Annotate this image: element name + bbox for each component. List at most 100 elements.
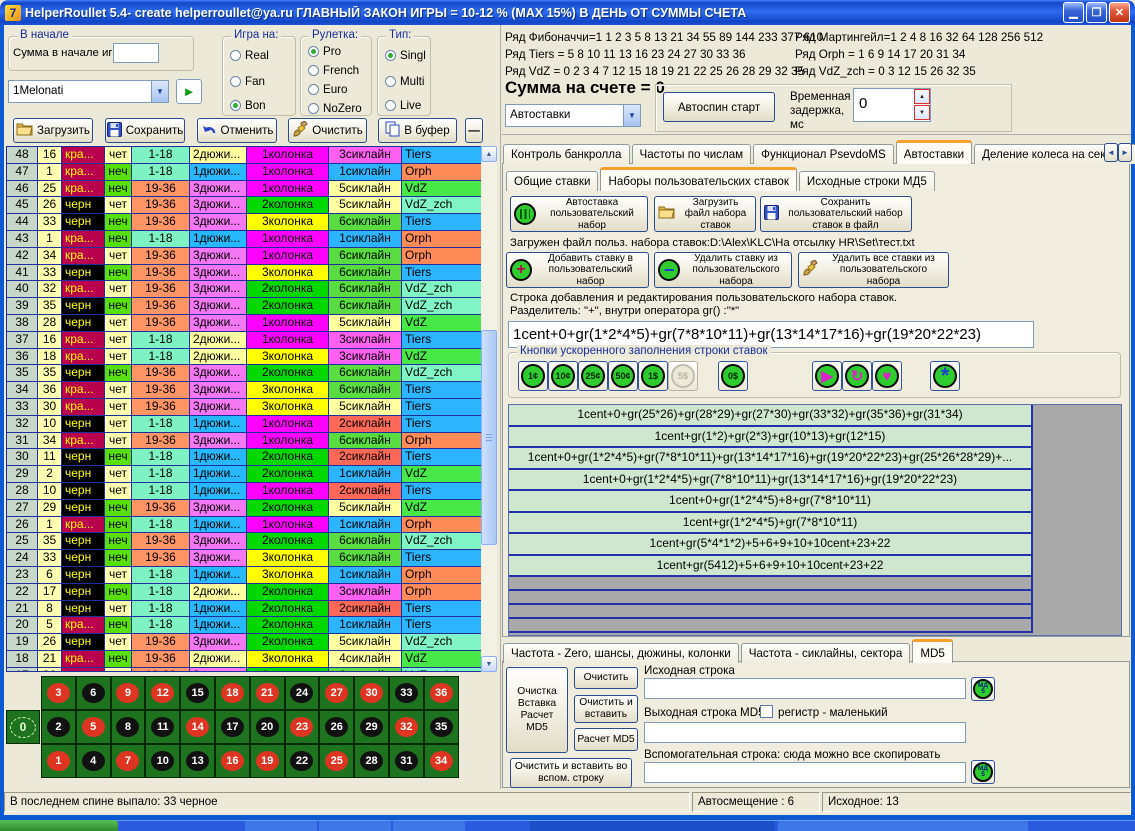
table-row[interactable]: 2433черннеч19-363дюжи...3колонка6сиклайн… xyxy=(7,550,482,567)
table-row[interactable]: 218чернчет1-181дюжи...2колонка2сиклайнTi… xyxy=(7,601,482,618)
copy-button[interactable]: В буфер xyxy=(378,118,457,143)
clear-bets-button[interactable]: Удалить все ставки из пользовательского … xyxy=(798,252,949,288)
radio-singl[interactable]: Singl xyxy=(385,49,426,62)
start-sum-input[interactable] xyxy=(113,43,159,63)
roulette-cell-23[interactable]: 23 xyxy=(285,710,320,744)
roulette-cell-5[interactable]: 5 xyxy=(76,710,111,744)
delay-spinbox[interactable]: 0 ▲ ▼ xyxy=(853,88,931,122)
bet-list-item[interactable]: 1cent+gr(5412)+5+6+9+10+10cent+23+22 xyxy=(509,556,1033,578)
spin-down-icon[interactable]: ▼ xyxy=(914,105,930,120)
roulette-cell-12[interactable]: 12 xyxy=(145,676,180,710)
run-set-button[interactable]: ▶ xyxy=(812,361,842,391)
chevron-down-icon[interactable]: ▼ xyxy=(151,81,168,102)
md5-calc-icon-button[interactable]: МД5 xyxy=(971,677,995,701)
bet-list-item[interactable]: 1cent+gr(1*2)+gr(2*3)+gr(10*13)+gr(12*15… xyxy=(509,427,1033,449)
md5-calc-button[interactable]: Расчет MD5 xyxy=(574,728,638,751)
taskbar-button[interactable] xyxy=(393,821,465,831)
table-row[interactable]: 471кра...неч1-181дюжи...1колонка1сиклайн… xyxy=(7,164,482,181)
roulette-cell-zero[interactable]: 0 xyxy=(6,710,40,744)
radio-pro[interactable]: Pro xyxy=(308,45,341,58)
tab-bottom-0[interactable]: Частота - Zero, шансы, дюжины, колонки xyxy=(503,643,739,663)
tab-sub-0[interactable]: Общие ставки xyxy=(506,171,598,191)
tab-bottom-1[interactable]: Частота - сиклайны, сектора xyxy=(741,643,911,663)
save-button[interactable]: Сохранить xyxy=(105,118,185,143)
table-row[interactable]: 2810чернчет1-181дюжи...1колонка2сиклайнT… xyxy=(7,483,482,500)
md5-aux-input[interactable] xyxy=(644,762,966,783)
coin-button-25[interactable]: 25¢ xyxy=(578,361,608,391)
table-row[interactable]: 4234кра...чет19-363дюжи...1колонка6сикла… xyxy=(7,248,482,265)
md5-clear-paste-aux-button[interactable]: Очистить и вставить во вспом. строку xyxy=(510,758,632,788)
roulette-cell-28[interactable]: 28 xyxy=(354,744,389,778)
load-set-button[interactable]: Загрузить файл набора ставок xyxy=(654,196,756,232)
taskbar-button[interactable] xyxy=(319,821,391,831)
table-row[interactable]: 261кра...неч1-181дюжи...1колонка1сиклайн… xyxy=(7,517,482,534)
roulette-cell-21[interactable]: 21 xyxy=(250,676,285,710)
roulette-cell-1[interactable]: 1 xyxy=(41,744,76,778)
coin-button-1[interactable]: 1$ xyxy=(638,361,668,391)
coin-button-1[interactable]: 1¢ xyxy=(518,361,548,391)
tab-sub-1[interactable]: Наборы пользовательских ставок xyxy=(600,167,796,191)
add-bet-button[interactable]: +Добавить ставку в пользовательский набо… xyxy=(506,252,649,288)
md5-clear-button[interactable]: Очистить xyxy=(574,667,638,689)
roulette-cell-7[interactable]: 7 xyxy=(111,744,146,778)
coin-button-0[interactable]: 0$ xyxy=(718,361,748,391)
table-row[interactable]: 3935черннеч19-363дюжи...2колонка6сиклайн… xyxy=(7,298,482,315)
table-row[interactable]: 3535черннеч19-363дюжи...2колонка6сиклайн… xyxy=(7,365,482,382)
coin-button-10[interactable]: 10¢ xyxy=(548,361,578,391)
roulette-cell-22[interactable]: 22 xyxy=(285,744,320,778)
table-row[interactable]: 1926чернчет19-363дюжи...2колонка5сиклайн… xyxy=(7,634,482,651)
roulette-cell-9[interactable]: 9 xyxy=(111,676,146,710)
bet-list-item[interactable]: 1cent+gr(5*4*1*2)+5+6+9+10+10cent+23+22 xyxy=(509,534,1033,556)
table-scrollbar[interactable]: ▲ ▼ xyxy=(481,146,497,672)
md5-clear-and-paste-button[interactable]: Очистить и вставить xyxy=(574,695,638,723)
md5-output-input[interactable] xyxy=(644,722,966,743)
table-row[interactable]: 4433черннеч19-363дюжи...3колонка6сиклайн… xyxy=(7,214,482,231)
roulette-cell-34[interactable]: 34 xyxy=(424,744,459,778)
bet-list-item[interactable]: 1cent+gr(1*2*4*5)+gr(7*8*10*11) xyxy=(509,513,1033,535)
table-row[interactable]: 292чернчет1-181дюжи...2колонка1сиклайнVd… xyxy=(7,466,482,483)
roulette-cell-2[interactable]: 2 xyxy=(41,710,76,744)
roulette-cell-32[interactable]: 32 xyxy=(389,710,424,744)
table-row[interactable]: 3210чернчет1-181дюжи...1колонка2сиклайнT… xyxy=(7,416,482,433)
collapse-button[interactable]: — xyxy=(465,118,483,143)
roulette-cell-19[interactable]: 19 xyxy=(250,744,285,778)
roulette-cell-8[interactable]: 8 xyxy=(111,710,146,744)
titlebar[interactable]: 7 HelperRoullet 5.4- create helperroulle… xyxy=(0,0,1135,25)
roulette-cell-3[interactable]: 3 xyxy=(41,676,76,710)
roulette-cell-14[interactable]: 14 xyxy=(180,710,215,744)
favorite-set-button[interactable]: ♥ xyxy=(872,361,902,391)
radio-french[interactable]: French xyxy=(308,64,359,77)
remove-bet-button[interactable]: −Удалить ставку из пользовательского наб… xyxy=(654,252,792,288)
autospin-start-button[interactable]: Автоспин старт xyxy=(663,92,775,122)
roulette-cell-27[interactable]: 27 xyxy=(319,676,354,710)
taskbar-button[interactable] xyxy=(778,821,1028,831)
roulette-cell-17[interactable]: 17 xyxy=(215,710,250,744)
roulette-cell-6[interactable]: 6 xyxy=(76,676,111,710)
table-row[interactable]: 3618кра...чет1-182дюжи...3колонка3сиклай… xyxy=(7,349,482,366)
close-button[interactable]: ✕ xyxy=(1109,2,1130,23)
bet-string-input[interactable]: 1cent+0+gr(1*2*4*5)+gr(7*8*10*11)+gr(13*… xyxy=(508,321,1034,348)
run-preset-button[interactable]: ► xyxy=(176,79,202,104)
random-set-button[interactable]: * xyxy=(930,361,960,391)
coin-button-50[interactable]: 50¢ xyxy=(608,361,638,391)
tab-scroll-left-icon[interactable]: ◄ xyxy=(1104,143,1118,162)
table-row[interactable]: 4625кра...неч19-363дюжи...1колонка5сикла… xyxy=(7,181,482,198)
bet-list-item[interactable]: 1cent+0+gr(25*26)+gr(28*29)+gr(27*30)+gr… xyxy=(509,405,1033,427)
minimize-button[interactable]: ▁ xyxy=(1063,2,1084,23)
table-row[interactable]: 3330кра...чет19-363дюжи...3колонка5сикла… xyxy=(7,399,482,416)
table-row[interactable]: 3716кра...чет1-182дюжи...1колонка3сиклай… xyxy=(7,332,482,349)
radio-euro[interactable]: Euro xyxy=(308,83,348,96)
start-button[interactable] xyxy=(0,820,118,831)
tab-main-2[interactable]: Функционал PsevdoMS xyxy=(753,144,894,164)
tab-scroll-right-icon[interactable]: ► xyxy=(1118,143,1132,162)
table-row[interactable]: 3011черннеч1-181дюжи...2колонка2сиклайнT… xyxy=(7,449,482,466)
radio-live[interactable]: Live xyxy=(385,99,421,112)
tab-main-0[interactable]: Контроль банкролла xyxy=(503,144,630,164)
table-row[interactable]: 4133черннеч19-363дюжи...3колонка6сиклайн… xyxy=(7,265,482,282)
roulette-cell-30[interactable]: 30 xyxy=(354,676,389,710)
taskbar-button[interactable] xyxy=(245,821,317,831)
bet-list-item[interactable]: 1cent+0+gr(1*2*4*5)+gr(7*8*10*11)+gr(13*… xyxy=(509,448,1033,470)
roulette-cell-36[interactable]: 36 xyxy=(424,676,459,710)
table-row[interactable]: 4816кра...чет1-182дюжи...1колонка3сиклай… xyxy=(7,147,482,164)
load-button[interactable]: Загрузить xyxy=(13,118,93,143)
